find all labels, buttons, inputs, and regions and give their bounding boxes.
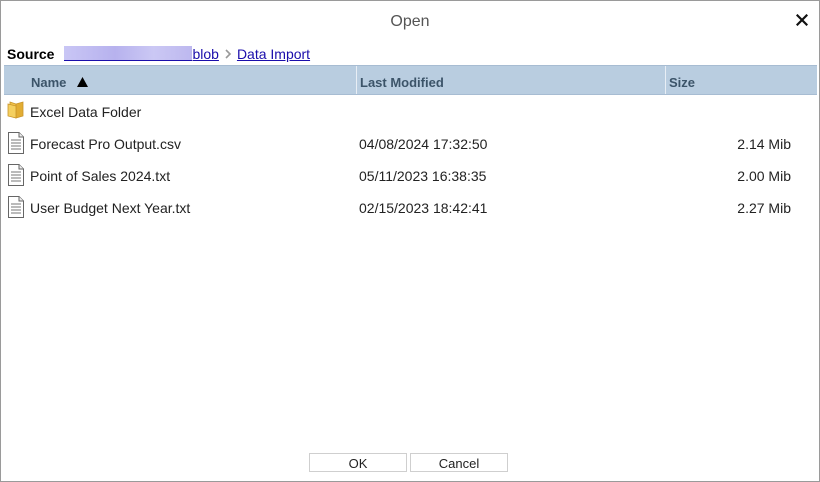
title-bar: Open bbox=[1, 1, 819, 43]
open-dialog: Open Source blob Data Import Name Last M… bbox=[0, 0, 820, 482]
file-grid: Name Last Modified Size Excel Data Folde… bbox=[4, 65, 817, 223]
breadcrumb-data-import-link[interactable]: Data Import bbox=[237, 46, 310, 62]
file-name: Forecast Pro Output.csv bbox=[30, 136, 181, 152]
file-icon bbox=[8, 132, 24, 154]
breadcrumb-blob-link[interactable]: blob bbox=[64, 46, 219, 62]
file-size: 2.00 Mib bbox=[737, 168, 791, 184]
list-item-folder[interactable]: Excel Data Folder bbox=[4, 95, 817, 127]
list-item-file[interactable]: Point of Sales 2024.txt 05/11/2023 16:38… bbox=[4, 159, 817, 191]
file-modified: 05/11/2023 16:38:35 bbox=[359, 168, 487, 184]
file-size: 2.27 Mib bbox=[737, 200, 791, 216]
cancel-button[interactable]: Cancel bbox=[410, 453, 508, 472]
file-size: 2.14 Mib bbox=[737, 136, 791, 152]
file-name: User Budget Next Year.txt bbox=[30, 200, 191, 216]
source-label: Source bbox=[7, 46, 55, 62]
file-modified: 02/15/2023 18:42:41 bbox=[359, 200, 488, 216]
ok-button[interactable]: OK bbox=[309, 453, 407, 472]
list-item-file[interactable]: User Budget Next Year.txt 02/15/2023 18:… bbox=[4, 191, 817, 223]
redacted-path bbox=[64, 46, 193, 61]
file-icon bbox=[8, 196, 24, 218]
column-header-last-modified[interactable]: Last Modified bbox=[356, 66, 665, 94]
breadcrumb: Source blob Data Import bbox=[7, 44, 310, 64]
dialog-buttons: OK Cancel bbox=[309, 453, 508, 472]
file-name: Excel Data Folder bbox=[30, 104, 142, 120]
file-name: Point of Sales 2024.txt bbox=[30, 168, 171, 184]
chevron-right-icon bbox=[224, 48, 232, 60]
sort-asc-icon bbox=[77, 77, 88, 87]
dialog-title: Open bbox=[390, 13, 430, 30]
list-item-file[interactable]: Forecast Pro Output.csv 04/08/2024 17:32… bbox=[4, 127, 817, 159]
close-button[interactable] bbox=[794, 12, 810, 28]
file-modified: 04/08/2024 17:32:50 bbox=[359, 136, 488, 152]
column-header-name[interactable]: Name bbox=[4, 66, 356, 94]
file-icon bbox=[8, 164, 24, 186]
folder-icon bbox=[7, 101, 24, 119]
breadcrumb-blob-label: blob bbox=[192, 46, 219, 62]
column-header-size[interactable]: Size bbox=[665, 66, 818, 94]
grid-header: Name Last Modified Size bbox=[4, 65, 817, 95]
close-icon bbox=[796, 14, 808, 26]
